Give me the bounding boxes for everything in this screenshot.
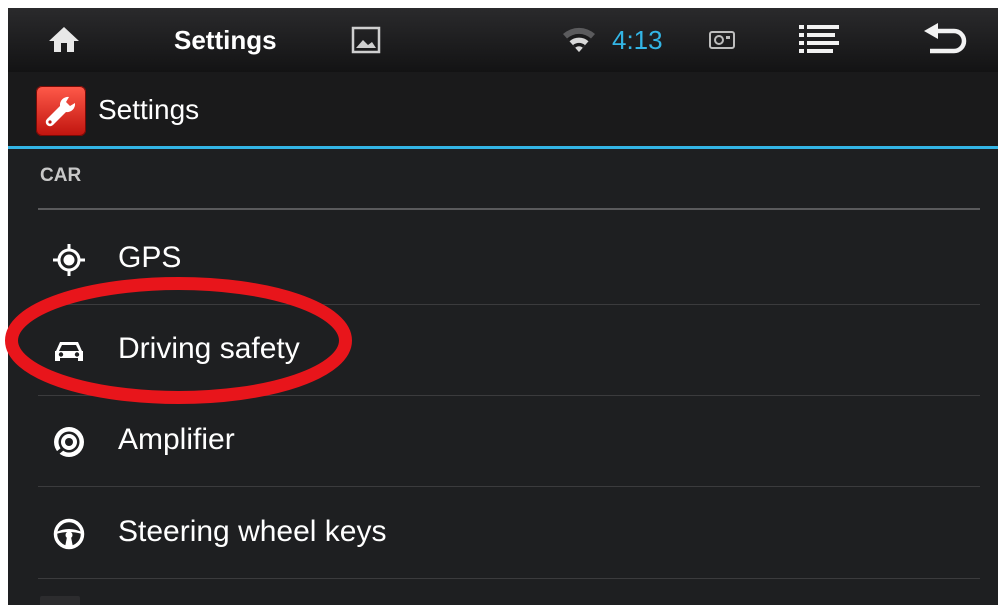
steering-wheel-icon [52,517,86,551]
gallery-icon[interactable] [351,26,381,54]
wifi-icon [561,24,597,54]
next-item-peek [40,596,80,605]
gps-crosshair-icon [52,243,86,277]
notifications-list-icon[interactable] [797,22,841,56]
speaker-icon [52,425,86,459]
clock-time: 4:13 [612,24,663,55]
list-item-amplifier[interactable]: Amplifier [38,396,980,487]
list-item-label: Driving safety [118,332,300,365]
sim-card-icon [708,30,736,50]
action-bar: Settings [8,72,998,149]
settings-screen: Settings 4:13 Settings CAR GPS Driving s… [8,8,998,605]
status-bar: Settings 4:13 [8,8,998,73]
list-item-steering-wheel-keys[interactable]: Steering wheel keys [38,488,980,579]
list-item-label: Amplifier [118,423,235,456]
list-item-label: GPS [118,241,182,274]
car-icon [52,334,86,368]
list-item-driving-safety[interactable]: Driving safety [38,305,980,396]
list-item-label: Steering wheel keys [118,515,387,548]
back-icon[interactable] [920,22,970,58]
section-header-car: CAR [40,165,82,186]
status-bar-title: Settings [174,24,277,55]
list-item-gps[interactable]: GPS [38,214,980,305]
section-divider [38,208,980,210]
settings-wrench-icon [36,86,86,136]
page-title: Settings [98,94,200,125]
home-icon[interactable] [46,24,82,56]
